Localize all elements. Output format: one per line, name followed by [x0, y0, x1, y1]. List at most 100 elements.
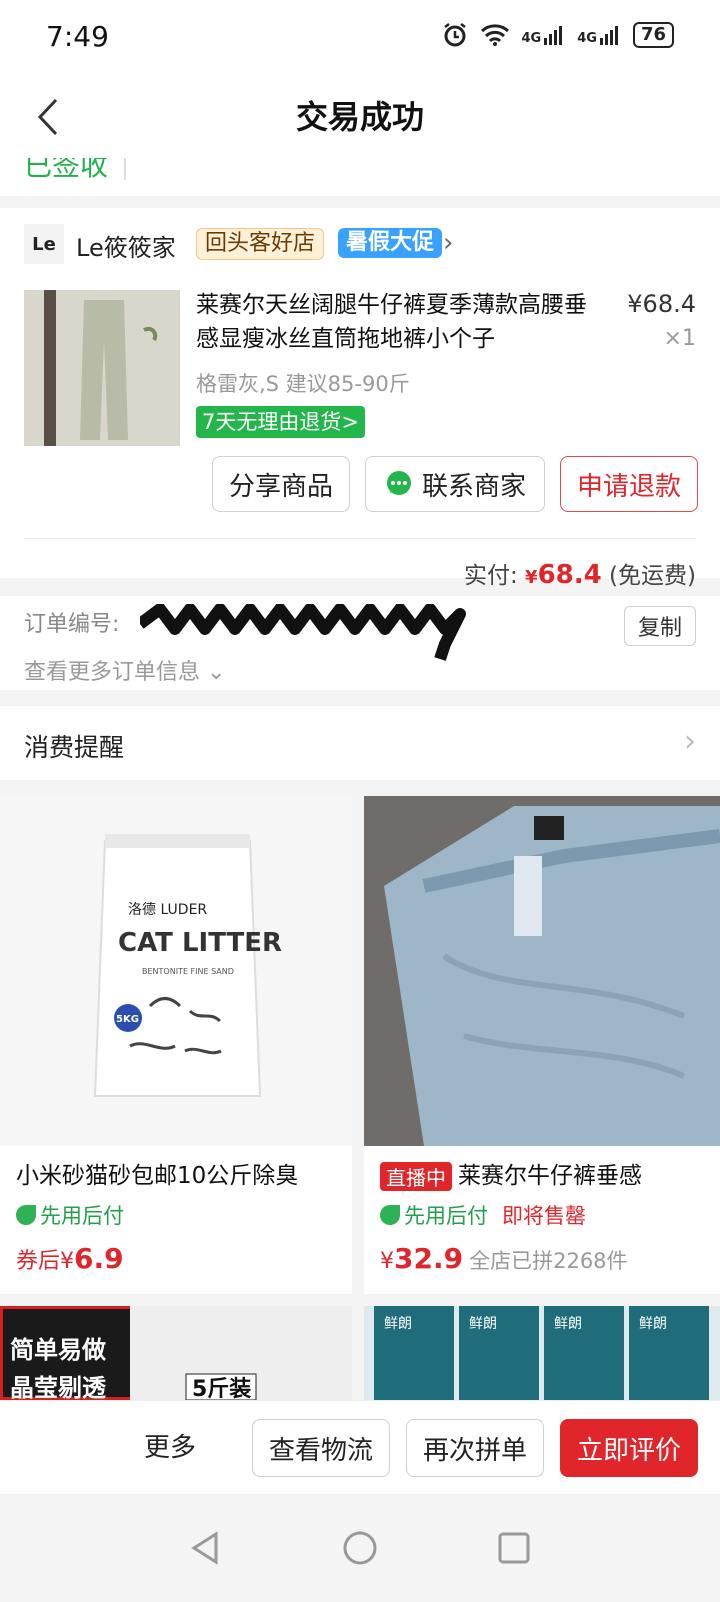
chevron-right-icon[interactable]: ›	[443, 228, 453, 258]
system-navigation-bar	[0, 1494, 720, 1602]
bag-brand: 洛德 LUDER	[128, 902, 207, 918]
pay-later-label: 先用后付	[40, 1204, 124, 1228]
bottom-action-bar: 更多 查看物流 再次拼单 立即评价	[0, 1400, 720, 1495]
top-nav-bar: 交易成功	[0, 78, 720, 159]
more-order-info-link[interactable]: 查看更多订单信息 ⌄	[24, 654, 225, 686]
paid-label: 实付:	[463, 563, 518, 589]
paid-amount: 实付: ¥68.4 (免运费)	[464, 556, 696, 590]
recommendation-card[interactable]: 洛德 LUDER CAT LITTER BENTONITE FINE SAND …	[0, 796, 352, 1294]
review-now-button[interactable]: 立即评价	[560, 1419, 698, 1477]
pay-later-icon	[16, 1205, 36, 1225]
paid-currency: ¥	[525, 567, 538, 588]
cat-litter-product-image: 洛德 LUDER CAT LITTER BENTONITE FINE SAND …	[0, 796, 352, 1146]
network-type-1: 4G	[521, 31, 542, 46]
more-order-info-label: 查看更多订单信息	[24, 660, 201, 685]
pack-brand: 鲜朗	[469, 1316, 497, 1332]
rec-price: ¥32.9 全店已拼2268件	[380, 1242, 628, 1275]
pay-later-icon	[380, 1205, 400, 1225]
return-policy-label: 7天无理由退货	[202, 410, 342, 434]
chevron-right-icon: ›	[684, 724, 696, 759]
promo-badge: 暑假大促	[338, 228, 443, 258]
recommendation-card[interactable]: 直播中 莱赛尔牛仔裤垂感 先用后付 即将售罄 ¥32.9 全店已拼2268件	[364, 796, 720, 1294]
recommendation-card[interactable]: 简单易做 晶莹剔透 5斤装	[0, 1306, 352, 1400]
view-logistics-label: 查看物流	[268, 1435, 373, 1466]
product-title[interactable]: 莱赛尔天丝阔腿牛仔裤夏季薄款高腰垂感显瘦冰丝直筒拖地裤小个子	[196, 288, 606, 356]
bag-weight: 5KG	[116, 1014, 139, 1025]
pay-later-badge: 先用后付 即将售罄	[380, 1200, 586, 1230]
status-bar: 7:49 4G 4G 76	[0, 0, 720, 78]
rebuy-button[interactable]: 再次拼单	[406, 1419, 544, 1477]
repeat-customer-badge: 回头客好店	[196, 228, 325, 260]
gelatin-product-image: 简单易做 晶莹剔透 5斤装	[0, 1306, 352, 1400]
contact-seller-label: 联系商家	[421, 471, 526, 502]
network-type-2: 4G	[577, 31, 597, 46]
pay-later-label: 先用后付	[404, 1204, 488, 1228]
pet-food-product-image: 鲜朗 鲜朗 鲜朗 鲜朗	[364, 1306, 720, 1400]
return-policy-badge[interactable]: 7天无理由退货>	[196, 406, 365, 438]
more-button[interactable]: 更多	[144, 1427, 196, 1464]
order-info-card: 订单编号: 复制 查看更多订单信息 ⌄	[0, 596, 720, 690]
overlay-badge: 5斤装	[192, 1377, 251, 1400]
system-recents-icon[interactable]	[496, 1530, 532, 1566]
pack-brand: 鲜朗	[384, 1316, 412, 1332]
bag-subtitle: BENTONITE FINE SAND	[142, 967, 234, 976]
contact-seller-button[interactable]: 联系商家	[365, 456, 545, 512]
price-prefix: 券后	[16, 1249, 61, 1274]
review-now-label: 立即评价	[576, 1435, 681, 1466]
product-spec: 格雷灰,S 建议85-90斤	[196, 372, 410, 396]
shop-name[interactable]: Le筱筱家	[76, 228, 176, 263]
refund-button[interactable]: 申请退款	[560, 456, 698, 512]
signal-1-icon: 4G	[522, 24, 566, 46]
rebuy-label: 再次拼单	[422, 1435, 527, 1466]
jeans-product-image	[364, 796, 720, 1146]
rec-currency: ¥	[60, 1249, 75, 1274]
rec-price-value: 6.9	[74, 1242, 124, 1275]
sold-out-soon: 即将售罄	[502, 1204, 586, 1228]
chevron-down-icon: ⌄	[200, 660, 226, 685]
consumption-reminder-row[interactable]: 消费提醒 ›	[0, 706, 720, 780]
order-number-label: 订单编号:	[24, 612, 120, 637]
divider	[24, 538, 696, 539]
share-product-label: 分享商品	[228, 471, 333, 502]
rec-title: 小米砂猫砂包邮10公斤除臭	[16, 1163, 299, 1189]
wifi-icon	[480, 24, 509, 46]
page-title: 交易成功	[295, 98, 424, 136]
product-price: ¥68.4	[627, 290, 696, 318]
shop-logo[interactable]: Le	[24, 224, 64, 264]
system-back-icon[interactable]	[188, 1530, 224, 1566]
delivery-status-strip: 已签收	[0, 158, 720, 196]
order-card: Le Le筱筱家 回头客好店 暑假大促 › 莱赛尔天丝阔腿牛仔裤夏季薄款高腰垂感…	[0, 208, 720, 590]
pack-brand: 鲜朗	[554, 1316, 582, 1332]
pay-later-badge: 先用后付	[16, 1200, 124, 1230]
rec-currency: ¥	[380, 1249, 394, 1274]
rec-price: 券后¥6.9	[16, 1242, 124, 1275]
copy-order-button[interactable]: 复制	[624, 606, 696, 646]
overlay-line-2: 晶莹剔透	[10, 1374, 107, 1400]
view-logistics-button[interactable]: 查看物流	[252, 1419, 390, 1477]
rec-title-text: 莱赛尔牛仔裤垂感	[458, 1163, 642, 1189]
reminder-label: 消费提醒	[24, 733, 125, 762]
status-icons: 4G 4G 76	[442, 22, 674, 48]
battery-indicator: 76	[632, 22, 674, 48]
return-policy-chevron: >	[341, 410, 359, 434]
divider	[124, 158, 126, 180]
rec-title: 直播中 莱赛尔牛仔裤垂感	[380, 1156, 642, 1191]
pack-brand: 鲜朗	[639, 1316, 667, 1332]
signal-2-icon: 4G	[577, 24, 621, 46]
bag-title: CAT LITTER	[118, 928, 282, 958]
product-thumbnail[interactable]	[24, 290, 180, 446]
recommendation-card[interactable]: 鲜朗 鲜朗 鲜朗 鲜朗	[364, 1306, 720, 1400]
system-home-icon[interactable]	[342, 1530, 378, 1566]
alarm-icon	[443, 23, 466, 47]
shipping-note: (免运费)	[609, 563, 696, 589]
paid-value: 68.4	[537, 560, 602, 590]
share-product-button[interactable]: 分享商品	[212, 456, 350, 512]
sold-count: 全店已拼2268件	[469, 1249, 628, 1273]
overlay-line-1: 简单易做	[10, 1336, 106, 1364]
rec-price-value: 32.9	[394, 1242, 464, 1275]
live-badge: 直播中	[380, 1162, 452, 1191]
product-quantity: ×1	[663, 326, 696, 351]
chat-icon	[386, 471, 411, 495]
refund-label: 申请退款	[576, 471, 681, 502]
status-time: 7:49	[46, 20, 109, 53]
